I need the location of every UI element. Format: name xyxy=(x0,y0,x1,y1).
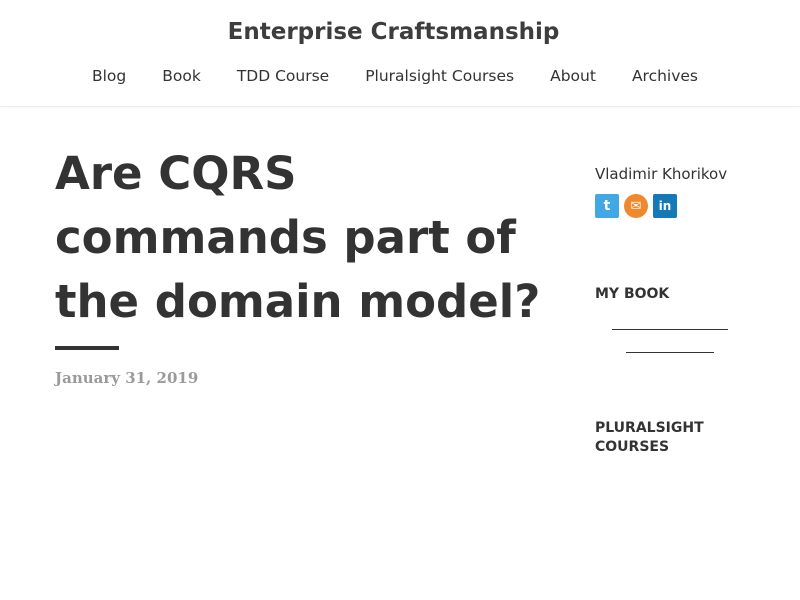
linkedin-icon[interactable]: in xyxy=(653,194,677,218)
book-link-underline-2 xyxy=(626,352,714,353)
nav-item-archives[interactable]: Archives xyxy=(632,67,698,85)
nav-item-book[interactable]: Book xyxy=(162,67,201,85)
nav-item-tdd-course[interactable]: TDD Course xyxy=(237,67,329,85)
email-icon[interactable]: ✉ xyxy=(624,194,648,218)
pluralsight-courses-heading: PLURALSIGHT COURSES xyxy=(595,420,704,455)
nav-item-blog[interactable]: Blog xyxy=(92,67,126,85)
site-header: Enterprise Craftsmanship Blog Book TDD C… xyxy=(0,0,800,107)
main-nav: Blog Book TDD Course Pluralsight Courses… xyxy=(0,67,790,85)
nav-item-about[interactable]: About xyxy=(550,67,596,85)
book-link-underline xyxy=(612,329,728,330)
my-book-heading: MY BOOK xyxy=(595,286,670,302)
site-title[interactable]: Enterprise Craftsmanship xyxy=(0,19,787,45)
nav-item-pluralsight-courses[interactable]: Pluralsight Courses xyxy=(365,67,514,85)
post-title: Are CQRS commands part of the domain mod… xyxy=(55,147,541,328)
twitter-icon[interactable]: t xyxy=(595,194,619,218)
post-date: January 31, 2019 xyxy=(55,369,199,387)
title-divider xyxy=(55,346,119,350)
social-links: t ✉ in xyxy=(595,194,677,218)
author-name[interactable]: Vladimir Khorikov xyxy=(595,165,727,183)
